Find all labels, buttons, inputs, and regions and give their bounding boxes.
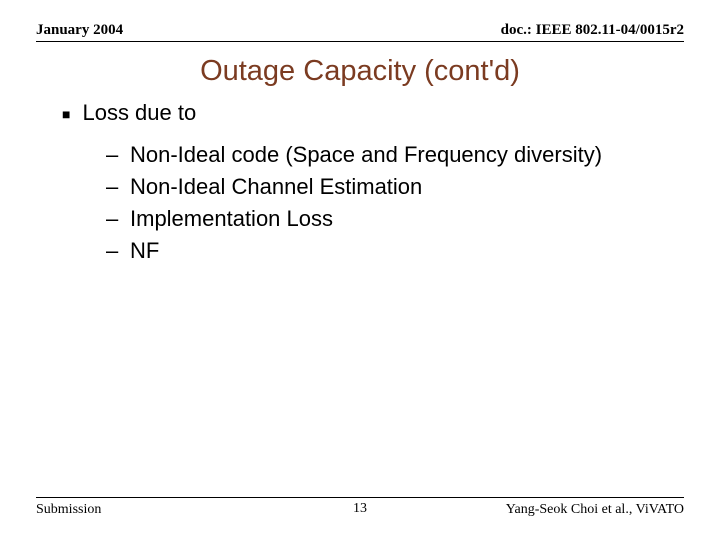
footer-rule: Submission Yang-Seok Choi et al., ViVATO… [36,497,684,518]
sub-list: – Non-Ideal code (Space and Frequency di… [106,142,684,264]
list-item-text: Implementation Loss [130,206,333,232]
dash-icon: – [106,238,120,264]
slide-title: Outage Capacity (cont'd) [0,55,720,88]
page-number: 13 [36,501,684,517]
header-right: doc.: IEEE 802.11-04/0015r2 [501,22,684,39]
header-rule: January 2004 doc.: IEEE 802.11-04/0015r2 [36,22,684,42]
bullet-square-icon: ■ [62,100,70,128]
header-left: January 2004 [36,22,123,39]
bullet-item: ■ Loss due to [62,100,684,128]
dash-icon: – [106,206,120,232]
list-item: – Non-Ideal code (Space and Frequency di… [106,142,684,168]
list-item-text: Non-Ideal Channel Estimation [130,174,422,200]
dash-icon: – [106,142,120,168]
slide-footer: Submission Yang-Seok Choi et al., ViVATO… [36,497,684,518]
slide-header: January 2004 doc.: IEEE 802.11-04/0015r2 [36,22,684,42]
bullet-text: Loss due to [82,100,196,128]
slide-content: ■ Loss due to – Non-Ideal code (Space an… [62,100,684,270]
dash-icon: – [106,174,120,200]
list-item-text: NF [130,238,159,264]
list-item: – Implementation Loss [106,206,684,232]
list-item-text: Non-Ideal code (Space and Frequency dive… [130,142,602,168]
slide: January 2004 doc.: IEEE 802.11-04/0015r2… [0,0,720,540]
list-item: – NF [106,238,684,264]
list-item: – Non-Ideal Channel Estimation [106,174,684,200]
